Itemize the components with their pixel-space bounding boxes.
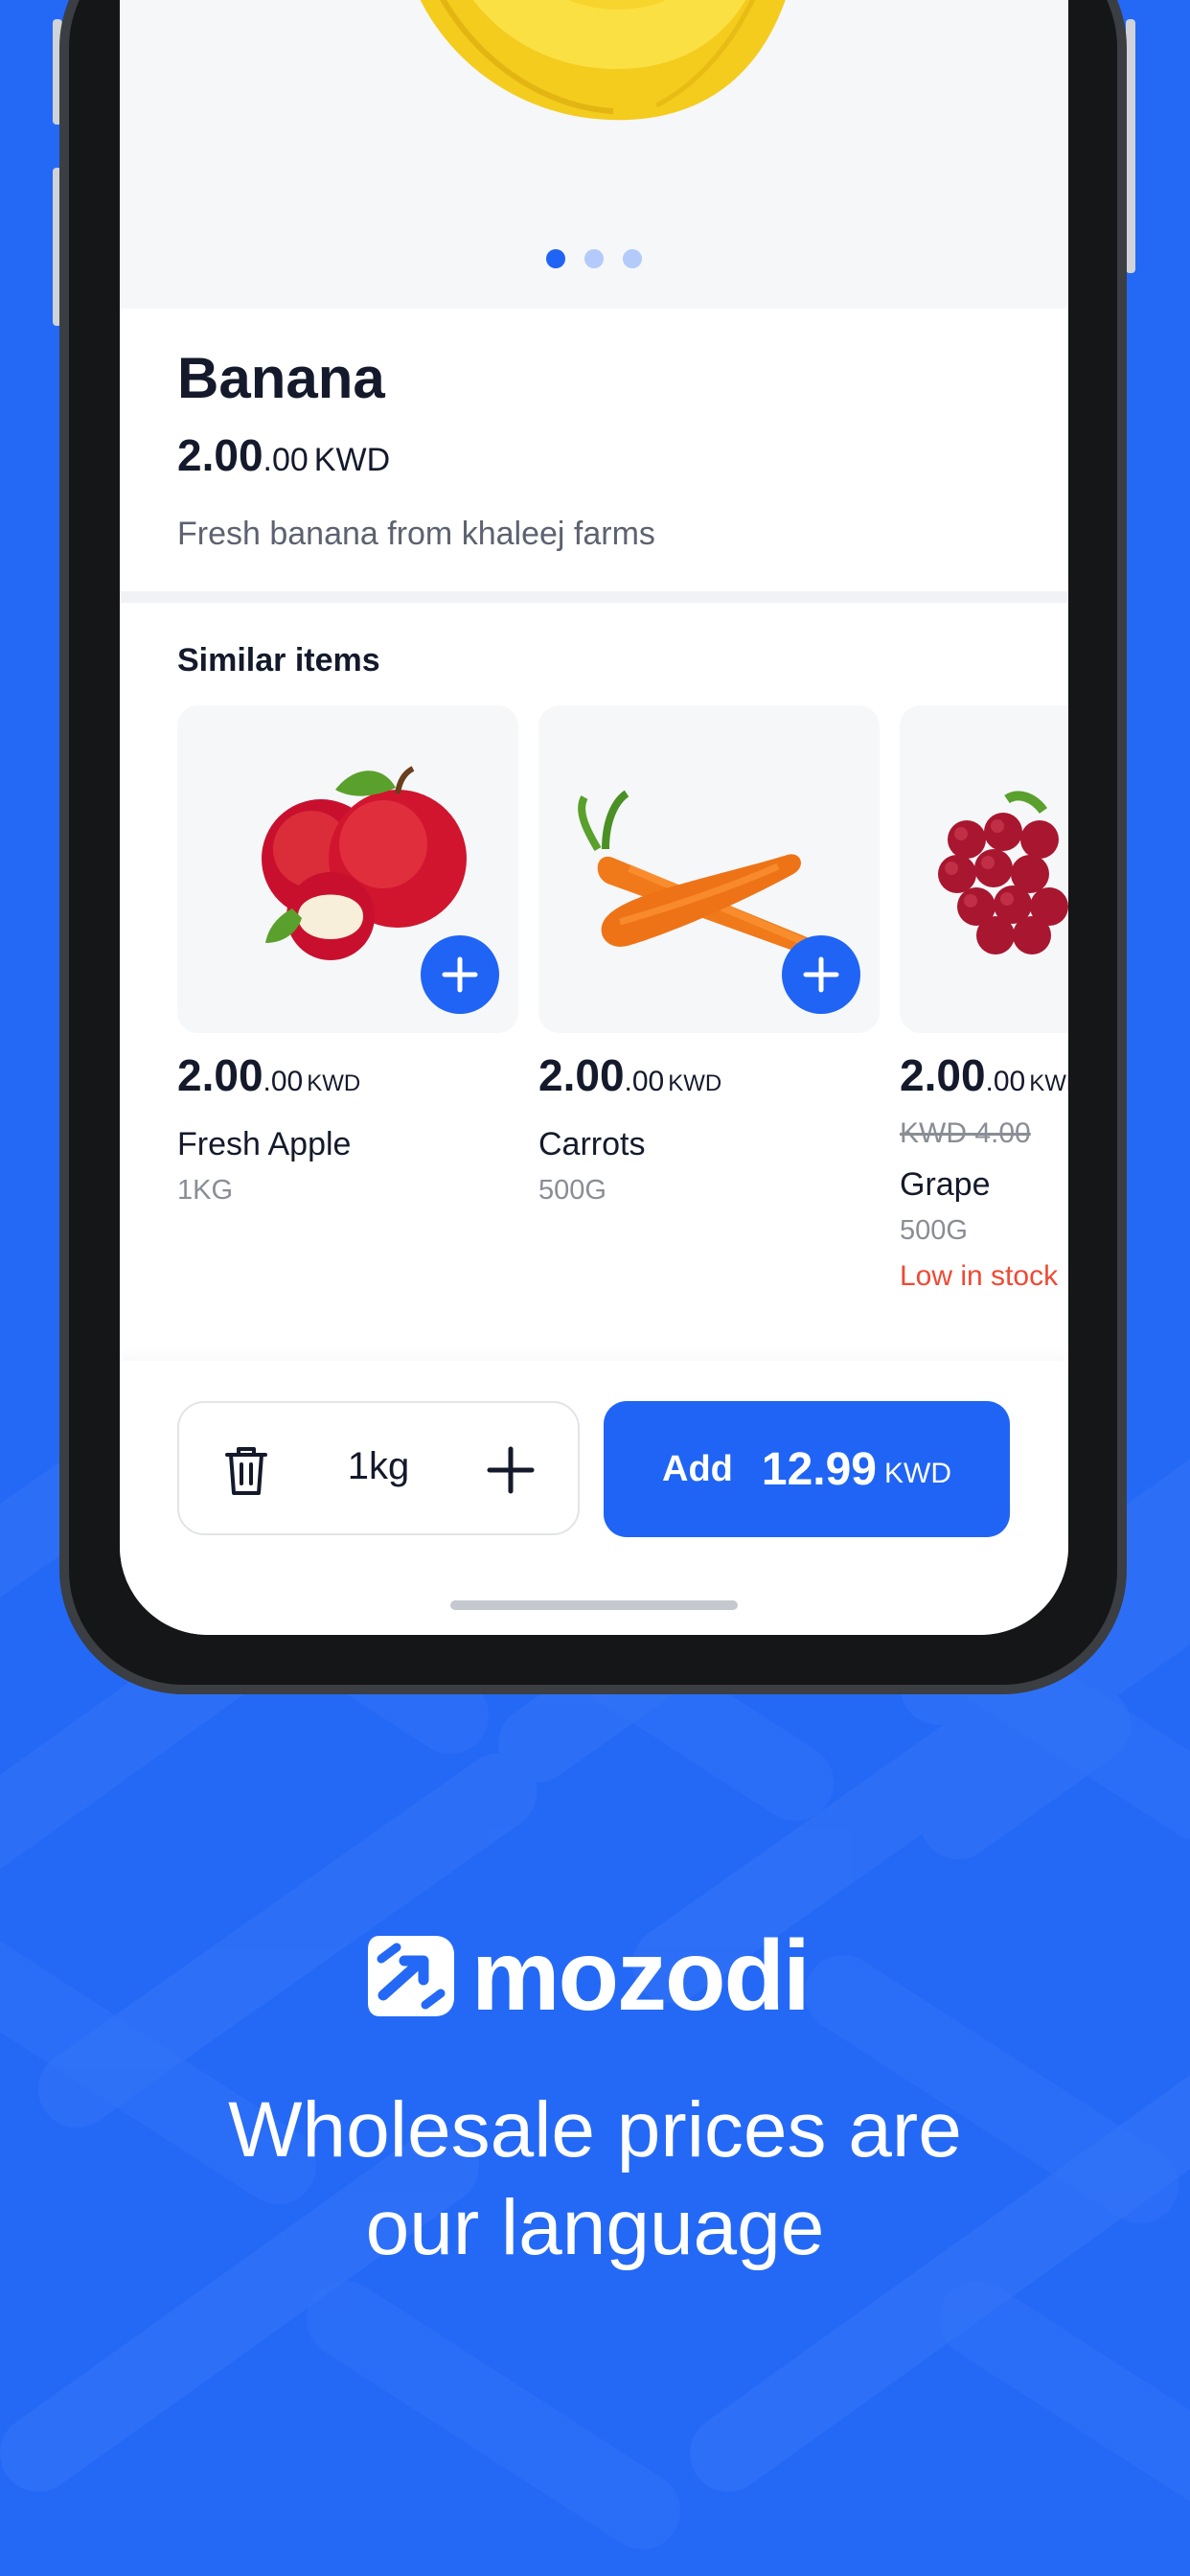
brand-logo: mozodi bbox=[368, 1926, 828, 2026]
similar-item-card[interactable]: 2.00.00KWD KWD 4.00 Grape 500G Low in st… bbox=[900, 705, 1068, 1296]
add-label: Add bbox=[662, 1448, 733, 1489]
similar-item-image[interactable] bbox=[900, 705, 1068, 1033]
tagline: Wholesale prices are our language bbox=[0, 2082, 1190, 2277]
item-price: 2.00.00KWD bbox=[900, 1050, 1068, 1100]
tagline-line-2: our language bbox=[365, 2184, 825, 2271]
similar-items-title: Similar items bbox=[177, 642, 380, 678]
section-divider bbox=[120, 591, 1068, 603]
grape-image bbox=[938, 791, 1068, 954]
similar-item-card[interactable]: 2.00.00 KWD Carrots 500G bbox=[538, 705, 880, 1209]
total-currency: KWD bbox=[884, 1458, 951, 1489]
tagline-line-1: Wholesale prices are bbox=[228, 2086, 962, 2174]
home-indicator bbox=[450, 1600, 738, 1610]
plus-icon bbox=[803, 956, 839, 993]
carousel-dot-active[interactable] bbox=[546, 249, 565, 268]
product-name: Banana bbox=[177, 346, 385, 410]
similar-item-image[interactable] bbox=[538, 705, 880, 1033]
carousel-dot[interactable] bbox=[623, 249, 642, 268]
price-decimal: .00 bbox=[263, 442, 309, 478]
carousel-dots bbox=[120, 249, 1068, 273]
plus-icon[interactable] bbox=[486, 1445, 536, 1495]
price-currency: KWD bbox=[313, 442, 391, 478]
similar-item-card[interactable]: 2.00.00 KWD Fresh Apple 1KG bbox=[177, 705, 518, 1209]
banana-image bbox=[420, 0, 786, 121]
item-old-price: KWD 4.00 bbox=[900, 1117, 1031, 1149]
price-main: 2.00 bbox=[177, 430, 263, 480]
product-image-carousel[interactable] bbox=[120, 0, 1068, 309]
item-name: Grape bbox=[900, 1166, 991, 1203]
product-price: 2.00.00 KWD bbox=[177, 431, 1020, 491]
item-name: Fresh Apple bbox=[177, 1126, 352, 1162]
total-amount: 12.99 bbox=[761, 1443, 877, 1495]
product-info: Banana 2.00.00 KWD Fresh banana from khal… bbox=[177, 345, 1020, 553]
item-price: 2.00.00KWD bbox=[177, 1050, 361, 1100]
item-unit: 500G bbox=[538, 1175, 606, 1206]
add-to-cart-button[interactable] bbox=[421, 935, 499, 1014]
item-unit: 1KG bbox=[177, 1175, 234, 1206]
add-to-cart-button[interactable] bbox=[782, 935, 860, 1014]
app-screen: Banana 2.00.00 KWD Fresh banana from khal… bbox=[120, 0, 1068, 1635]
plus-icon bbox=[442, 956, 478, 993]
brand-name: mozodi bbox=[471, 1920, 811, 2032]
quantity-stepper: 1kg bbox=[177, 1401, 580, 1535]
add-to-cart-button[interactable]: Add 12.99 KWD bbox=[604, 1401, 1010, 1537]
low-stock-badge: Low in stock bbox=[900, 1260, 1059, 1292]
item-unit: 500G bbox=[900, 1215, 968, 1246]
product-description: Fresh banana from khaleej farms bbox=[177, 516, 655, 552]
item-price: 2.00.00KWD bbox=[538, 1050, 722, 1100]
item-name: Carrots bbox=[538, 1126, 646, 1162]
carousel-dot[interactable] bbox=[584, 249, 604, 268]
phone-power-button bbox=[1126, 19, 1135, 273]
similar-item-image[interactable] bbox=[177, 705, 518, 1033]
mozodi-logo-icon bbox=[368, 1936, 454, 2016]
cart-bar: 1kg Add 12.99 KWD bbox=[120, 1361, 1068, 1635]
